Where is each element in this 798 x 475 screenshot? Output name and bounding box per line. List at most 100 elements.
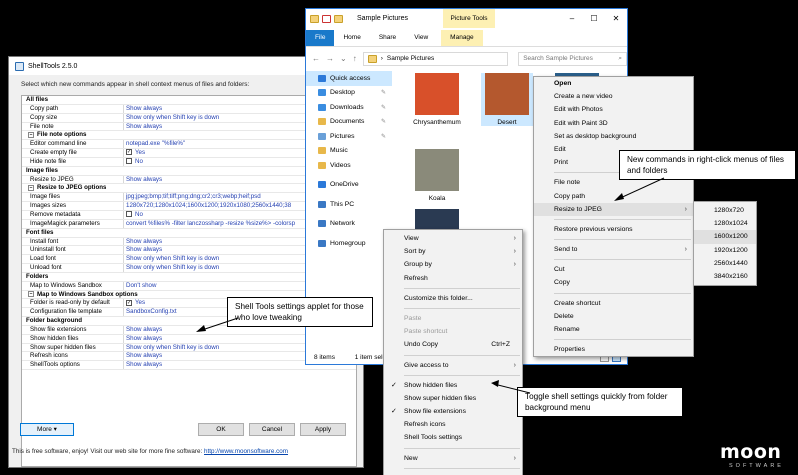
menu-item-show-hidden-files[interactable]: ✓ Show hidden files [384, 379, 522, 392]
onedrive-icon [318, 181, 326, 189]
setting-label: Images sizes [30, 202, 67, 210]
menu-item-refresh[interactable]: Refresh [384, 272, 522, 285]
menu-item-edit-with-paint-3d[interactable]: Edit with Paint 3D [534, 117, 693, 130]
setting-value-text: notepad.exe "%file%" [126, 140, 186, 148]
website-link[interactable]: http://www.moonsoftware.com [204, 448, 288, 455]
network-icon [318, 220, 326, 228]
menu-item-show-file-extensions[interactable]: ✓ Show file extensions [384, 405, 522, 418]
menu-item-restore-previous-versions[interactable]: Restore previous versions [534, 223, 693, 236]
menu-item-sort-by[interactable]: Sort by › [384, 245, 522, 258]
maximize-icon[interactable]: ☐ [583, 14, 605, 23]
callout-right-click: New commands in right-click menus of fil… [619, 150, 796, 180]
menu-item-delete[interactable]: Delete [534, 310, 693, 323]
nav-item-label: Music [330, 147, 348, 155]
nav-item-network[interactable]: Network [306, 217, 392, 232]
nav-item-quick-access[interactable]: Quick access [306, 71, 392, 86]
picture-tools-label: Picture Tools [443, 9, 495, 28]
menu-separator [554, 339, 691, 341]
tab-view[interactable]: View [405, 30, 437, 46]
menu-item-label: Copy path [554, 192, 585, 200]
collapse-icon[interactable]: – [28, 131, 34, 138]
close-icon[interactable]: ✕ [605, 14, 627, 23]
menu-item-shell-tools-settings[interactable]: Shell Tools settings [384, 431, 522, 444]
tab-home[interactable]: Home [334, 30, 369, 46]
menu-item-edit-with-photos[interactable]: Edit with Photos [534, 103, 693, 116]
menu-item-customize-this-folder[interactable]: Customize this folder... [384, 292, 522, 305]
nav-item-music[interactable]: Music [306, 144, 392, 159]
pin-icon: ✎ [380, 133, 386, 140]
file-thumbnail[interactable]: Desert [481, 73, 533, 126]
setting-label: Unload font [30, 264, 62, 272]
menu-item-undo-copy[interactable]: Undo Copy Ctrl+Z [384, 338, 522, 351]
menu-item-create-a-new-video[interactable]: Create a new video [534, 90, 693, 103]
size-option[interactable]: 3840x2160 [694, 270, 756, 283]
checkbox[interactable]: ✓ [126, 299, 132, 306]
tab-share[interactable]: Share [370, 30, 405, 46]
size-option[interactable]: 2560x1440 [694, 257, 756, 270]
nav-item-homegroup[interactable]: Homegroup [306, 236, 392, 251]
nav-item-label: Downloads [330, 103, 364, 111]
checkbox[interactable] [126, 211, 132, 218]
tab-file[interactable]: File [306, 30, 335, 46]
explorer-titlebar: Sample Pictures Picture Tools – ☐ ✕ [306, 9, 627, 28]
nav-item-downloads[interactable]: Downloads ✎ [306, 100, 392, 115]
menu-item-rename[interactable]: Rename [534, 323, 693, 336]
menu-item-label: Send to [554, 246, 578, 254]
checkbox[interactable] [126, 158, 132, 165]
setting-label: Folders [26, 272, 49, 280]
up-icon[interactable]: ↑ [353, 54, 357, 63]
search-input[interactable]: Search Sample Pictures ⌕ [518, 51, 627, 66]
menu-shortcut: Ctrl+Z [491, 341, 510, 349]
minimize-icon[interactable]: – [561, 14, 583, 23]
menu-item-give-access-to[interactable]: Give access to › [384, 359, 522, 372]
menu-item-resize-to-jpeg[interactable]: Resize to JPEG › [534, 202, 693, 216]
nav-item-onedrive[interactable]: OneDrive [306, 178, 392, 193]
menu-item-send-to[interactable]: Send to › [534, 243, 693, 256]
nav-item-videos[interactable]: Videos [306, 158, 392, 173]
chevron-right-icon: › [684, 246, 687, 254]
file-thumbnail[interactable]: Koala [411, 149, 463, 202]
menu-item-group-by[interactable]: Group by › [384, 258, 522, 271]
nav-item-documents[interactable]: Documents ✎ [306, 115, 392, 130]
forward-icon[interactable]: → [326, 54, 334, 63]
back-icon[interactable]: ← [312, 54, 320, 63]
file-thumbnail[interactable]: Chrysanthemum [411, 73, 463, 126]
setting-value-text: SandboxConfig.txt [126, 308, 177, 316]
apply-button[interactable]: Apply [300, 423, 346, 436]
new-folder-icon[interactable] [334, 14, 343, 23]
menu-item-label: Restore previous versions [554, 225, 633, 233]
nav-item-pictures[interactable]: Pictures ✎ [306, 129, 392, 144]
menu-item-new[interactable]: New › [384, 452, 522, 465]
menu-item-create-shortcut[interactable]: Create shortcut [534, 297, 693, 310]
menu-item-set-as-desktop-background[interactable]: Set as desktop background [534, 130, 693, 143]
menu-item-properties[interactable]: Properties [534, 343, 693, 356]
collapse-icon[interactable]: – [28, 290, 34, 297]
menu-item-refresh-icons[interactable]: Refresh icons [384, 418, 522, 431]
properties-icon[interactable] [322, 14, 331, 23]
cancel-button[interactable]: Cancel [249, 423, 295, 436]
menu-item-open[interactable]: Open [534, 77, 693, 90]
menu-item-copy-path[interactable]: Copy path [534, 190, 693, 203]
tab-manage[interactable]: Manage [441, 30, 483, 46]
collapse-icon[interactable]: – [28, 184, 34, 191]
size-option[interactable]: 1280x1024 [694, 217, 756, 230]
ribbon-tabs: File Home Share View Manage [306, 28, 627, 47]
address-box[interactable]: › Sample Pictures [362, 51, 509, 66]
background-context-menu: View › Sort by › Group by › Refresh Customize t… [383, 229, 523, 475]
size-option[interactable]: 1280x720 [694, 204, 756, 217]
menu-item-view[interactable]: View › [384, 232, 522, 245]
size-option[interactable]: 1920x1200 [694, 244, 756, 257]
menu-item-copy[interactable]: Copy [534, 276, 693, 289]
size-option[interactable]: 1600x1200 [694, 230, 756, 244]
checkbox[interactable]: ✓ [126, 149, 132, 156]
recent-icon[interactable]: ⌄ [340, 54, 347, 63]
setting-label: Configuration file template [30, 308, 102, 316]
setting-label: Copy path [30, 104, 59, 112]
nav-item-this-pc[interactable]: This PC [306, 197, 392, 212]
menu-item-show-super-hidden-files[interactable]: Show super hidden files [384, 392, 522, 405]
setting-label: File note options [37, 131, 87, 139]
more-button[interactable]: More ▾ [20, 423, 74, 436]
menu-item-cut[interactable]: Cut [534, 263, 693, 276]
ok-button[interactable]: OK [198, 423, 244, 436]
nav-item-desktop[interactable]: Desktop ✎ [306, 86, 392, 101]
